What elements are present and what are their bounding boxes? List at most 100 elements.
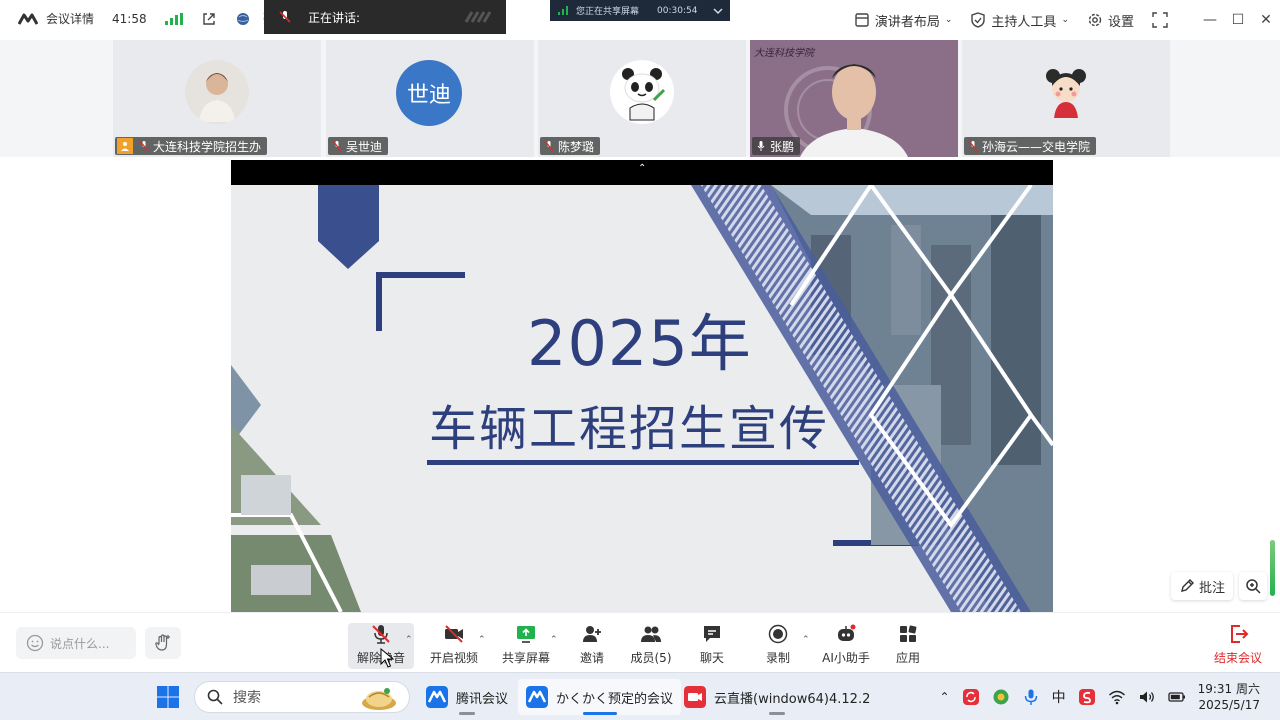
security-icon[interactable]: [992, 688, 1010, 706]
chevron-up-icon[interactable]: ⌃: [550, 635, 558, 645]
chat-label: 聊天: [699, 651, 724, 665]
mic-muted-icon: [968, 140, 978, 152]
external-link-icon[interactable]: [201, 11, 217, 27]
shared-window-titlebar[interactable]: ⌃: [231, 160, 1053, 185]
slide-main-title: 车辆工程招生宣传: [429, 401, 830, 457]
members-icon: [641, 626, 661, 642]
taskbar-app-label: 腾讯会议: [456, 691, 509, 707]
chevron-up-icon[interactable]: ⌃: [405, 635, 413, 645]
record-button[interactable]: 录制: [745, 623, 811, 669]
panda-avatar-icon: [610, 60, 674, 124]
sogou-icon[interactable]: [1078, 688, 1096, 706]
taskbar-app-label: 云直播(window64)4.12.2: [714, 691, 871, 707]
taskbar-app-label: かくかく预定的会议: [556, 691, 674, 707]
participant-name-tag: 孙海云——交电学院: [964, 137, 1097, 155]
shield-icon: [971, 12, 986, 28]
participant-tile-active[interactable]: 大连科技学院 张鹏: [750, 40, 958, 157]
windows-start-icon[interactable]: [156, 685, 180, 709]
apps-grid-icon: [900, 625, 917, 642]
meeting-details-link[interactable]: 会议详情: [46, 10, 94, 27]
clock-date: 2025/5/17: [1198, 698, 1260, 712]
raise-hand-button[interactable]: [145, 627, 181, 659]
chevron-up-icon[interactable]: ⌃: [638, 163, 646, 174]
participant-name: 吴世迪: [346, 139, 383, 154]
exit-icon: [1231, 625, 1249, 643]
participant-name-tag: 陈梦璐: [540, 137, 601, 155]
taskbar-app-live-stream[interactable]: 云直播(window64)4.12.2: [676, 679, 878, 715]
quick-chat-input[interactable]: 说点什么...: [16, 627, 136, 659]
chat-button[interactable]: 聊天: [679, 623, 745, 669]
members-button[interactable]: 成员(5): [618, 623, 684, 669]
chevron-up-icon[interactable]: ⌃: [802, 635, 810, 645]
speaking-indicator: 正在讲话:: [264, 0, 506, 34]
microphone-icon[interactable]: [1022, 688, 1040, 706]
apps-button[interactable]: 应用: [875, 623, 941, 669]
system-clock[interactable]: 19:31 周六 2025/5/17: [1198, 681, 1260, 713]
presenter-layout-button[interactable]: 演讲者布局 ⌄: [854, 11, 953, 30]
participant-tile[interactable]: 陈梦璐: [538, 40, 746, 157]
ai-assistant-button[interactable]: AI小助手: [813, 623, 879, 669]
taskbar-app-meeting-window[interactable]: かくかく预定的会议: [518, 679, 682, 715]
sync-icon[interactable]: [962, 688, 980, 706]
close-icon[interactable]: ✕: [1252, 12, 1280, 28]
start-video-button[interactable]: 开启视频: [421, 623, 487, 669]
screen-share-status-bar[interactable]: 您正在共享屏幕 00:30:54: [550, 0, 730, 21]
share-screen-label: 共享屏幕: [501, 651, 550, 665]
chevron-up-icon[interactable]: ⌃: [940, 690, 950, 704]
share-status-text: 您正在共享屏幕: [576, 7, 640, 17]
speaking-label: 正在讲话:: [308, 10, 361, 25]
members-label: 成员(5): [630, 651, 672, 665]
add-user-icon: [583, 626, 601, 642]
network-signal-icon: [164, 12, 183, 25]
volume-icon[interactable]: [1138, 688, 1156, 706]
pencil-icon: [1181, 579, 1194, 592]
initials-avatar: 世迪: [396, 60, 462, 126]
search-highlight-icon: [362, 688, 396, 710]
presenter-layout-label: 演讲者布局: [874, 14, 940, 30]
wifi-icon[interactable]: [1108, 688, 1126, 706]
ai-assistant-label: AI小助手: [822, 651, 870, 665]
participant-tile[interactable]: 孙海云——交电学院: [962, 40, 1170, 157]
mic-muted-icon: [332, 140, 342, 152]
participant-name: 大连科技学院招生办: [153, 139, 262, 154]
share-screen-button[interactable]: 共享屏幕: [493, 623, 559, 669]
zoom-button[interactable]: [1239, 572, 1267, 600]
tencent-meeting-icon: [426, 686, 448, 708]
host-tools-button[interactable]: 主持人工具 ⌄: [970, 11, 1069, 30]
avatar-initials: 世迪: [406, 83, 451, 108]
chevron-down-icon[interactable]: [713, 7, 723, 15]
search-label: 搜索: [233, 690, 261, 706]
battery-icon[interactable]: [1167, 688, 1186, 706]
participant-video-strip: 大连科技学院招生办 世迪 吴世迪 陈梦璐 大连科技学院 张鹏 孙海云——交电学院: [0, 40, 1280, 157]
fullscreen-icon[interactable]: [1152, 12, 1168, 28]
participant-name-tag: 张鹏: [752, 137, 801, 155]
end-meeting-label: 结束会议: [1213, 651, 1262, 665]
settings-button[interactable]: 设置: [1087, 11, 1134, 30]
participant-name: 孙海云——交电学院: [982, 139, 1091, 154]
share-timer: 00:30:54: [657, 5, 698, 16]
mic-muted-icon: [544, 140, 554, 152]
minimize-icon[interactable]: —: [1196, 12, 1224, 28]
chevron-down-icon: ⌄: [944, 15, 953, 25]
meeting-duration: 41:58: [112, 11, 147, 26]
participant-tile[interactable]: 大连科技学院招生办: [113, 40, 321, 157]
end-meeting-button[interactable]: 结束会议: [1206, 623, 1270, 669]
taskbar-search[interactable]: 搜索: [194, 681, 410, 713]
invite-button[interactable]: 邀请: [559, 623, 625, 669]
annotate-button[interactable]: 批注: [1171, 572, 1233, 600]
audio-waves-icon: [464, 11, 492, 23]
chevron-up-icon[interactable]: ⌃: [478, 635, 486, 645]
topbar-right-controls: 演讲者布局 ⌄ 主持人工具 ⌄ 设置 — ☐ ✕: [854, 0, 1280, 40]
chevron-down-icon: ⌄: [1061, 15, 1069, 25]
taskbar-app-tencent-meeting[interactable]: 腾讯会议: [418, 679, 516, 715]
meeting-topbar: 会议详情 41:58 张鹏 正在讲话: 您正在共享屏幕 00:30:54: [0, 0, 1280, 40]
participant-name-tag: 大连科技学院招生办: [115, 137, 268, 155]
tencent-meeting-logo-icon: [18, 13, 38, 25]
input-method-indicator[interactable]: 中: [1052, 687, 1066, 707]
participant-tile[interactable]: 世迪 吴世迪: [326, 40, 534, 157]
host-badge-icon: [117, 138, 133, 154]
zoom-in-icon: [1246, 579, 1261, 594]
chat-placeholder: 说点什么...: [50, 636, 110, 651]
emoji-icon: [26, 634, 44, 652]
maximize-icon[interactable]: ☐: [1224, 12, 1252, 28]
